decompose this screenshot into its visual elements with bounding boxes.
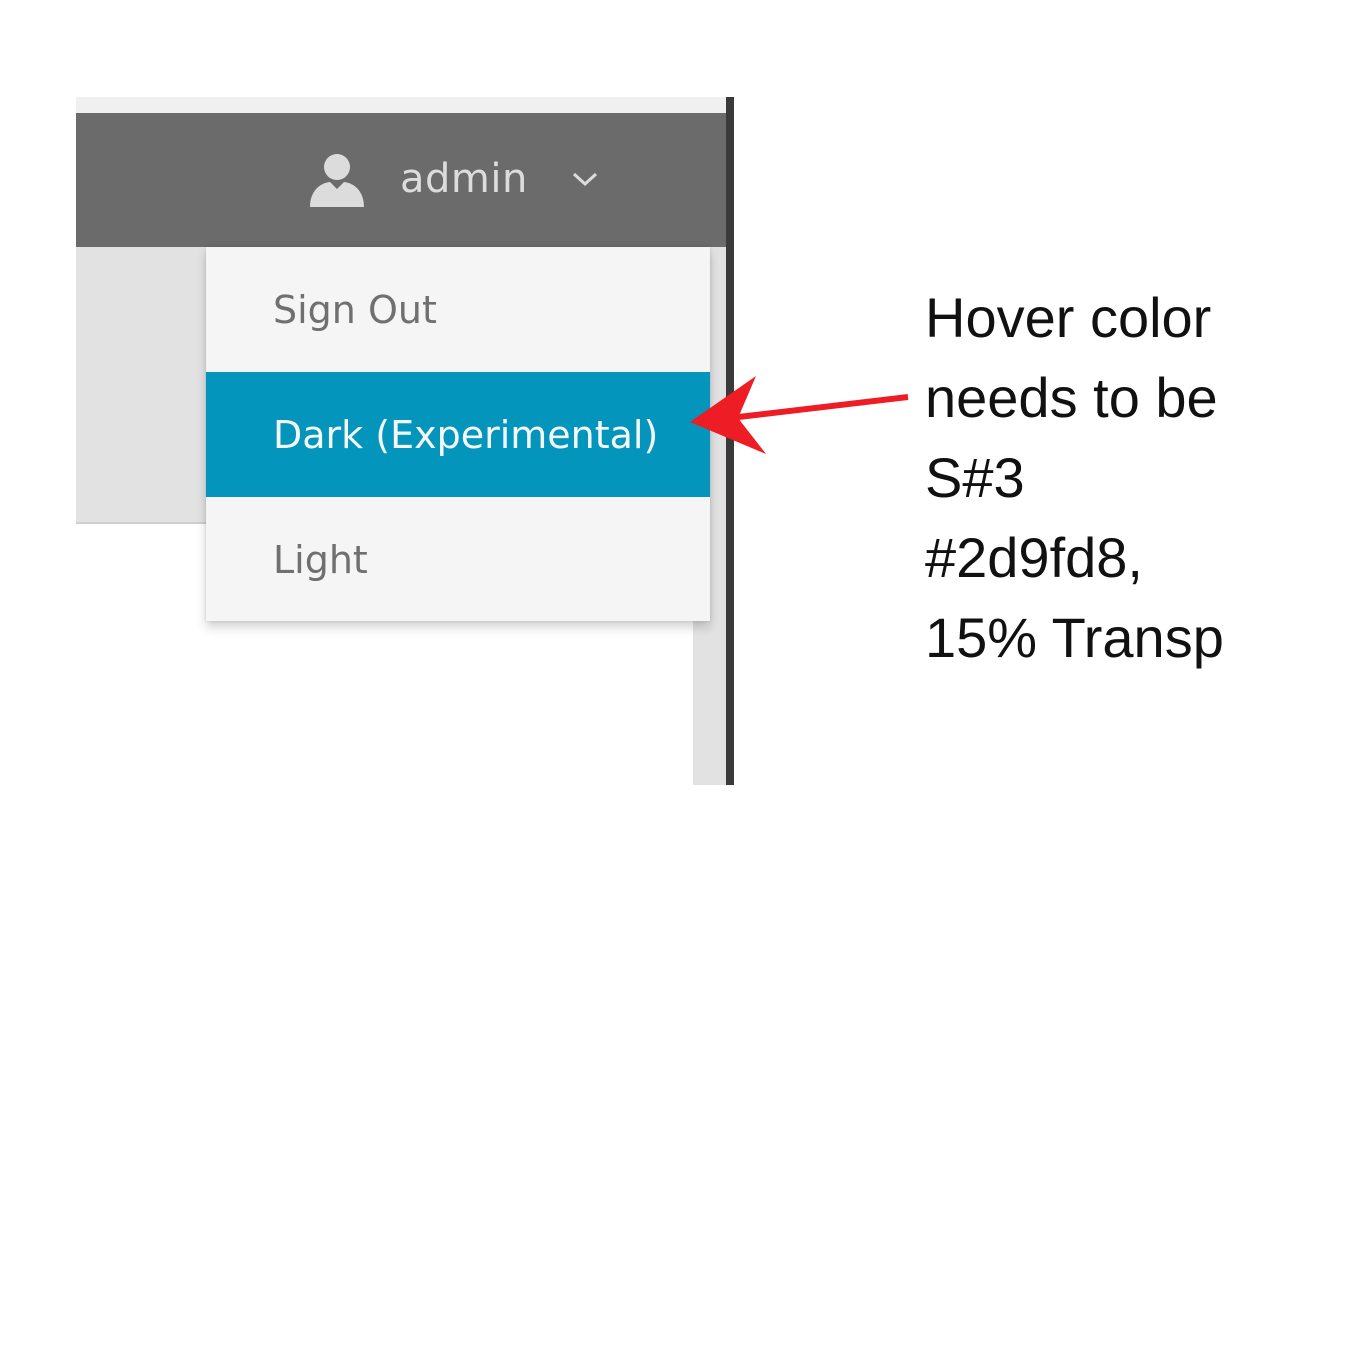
chevron-down-icon bbox=[572, 172, 597, 187]
annotation-line: Hover color bbox=[925, 286, 1212, 349]
menu-item-dark-theme[interactable]: Dark (Experimental) bbox=[206, 372, 710, 497]
menu-item-sign-out[interactable]: Sign Out bbox=[206, 247, 710, 372]
annotation-note: Hover color needs to be S#3 #2d9fd8, 15%… bbox=[925, 278, 1365, 678]
user-icon bbox=[310, 154, 364, 207]
annotation-line: #2d9fd8, bbox=[925, 526, 1143, 589]
app-screenshot: admin Sign Out Dark (Experimental) Light bbox=[76, 97, 734, 785]
top-strip bbox=[76, 97, 726, 113]
annotation-arrow bbox=[690, 376, 909, 454]
user-menu-toggle[interactable]: admin bbox=[308, 149, 598, 209]
top-navbar: admin bbox=[76, 113, 726, 247]
annotation-line: needs to be bbox=[925, 366, 1218, 429]
annotation-line: 15% Transp bbox=[925, 606, 1224, 669]
user-dropdown-menu: Sign Out Dark (Experimental) Light bbox=[206, 247, 710, 621]
menu-item-light-theme[interactable]: Light bbox=[206, 497, 710, 622]
annotation-line: S#3 bbox=[925, 446, 1025, 509]
username-label: admin bbox=[400, 156, 528, 202]
